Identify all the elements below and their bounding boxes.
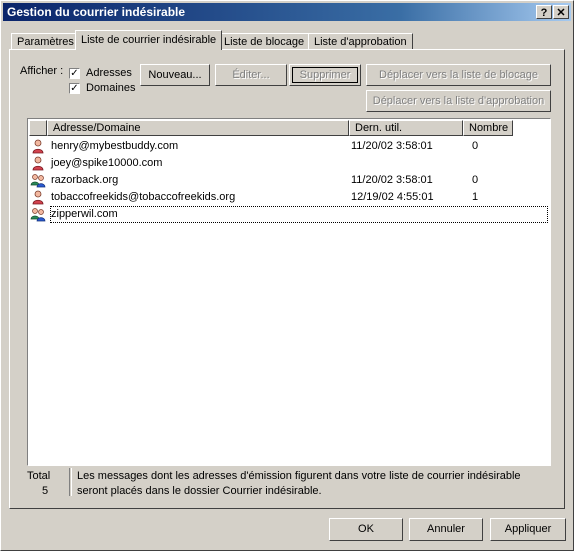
close-button[interactable]: ✕ [553, 5, 569, 19]
title-bar[interactable]: Gestion du courrier indésirable ? ✕ [3, 3, 571, 21]
junk-mail-dialog: Gestion du courrier indésirable ? ✕ Para… [0, 0, 574, 551]
footer-divider [69, 468, 72, 496]
cancel-button[interactable]: Annuler [409, 518, 483, 541]
last-used-cell: 11/20/02 3:58:01 [351, 174, 433, 186]
address-list[interactable]: Adresse/Domaine Dern. util. Nombre henry… [27, 118, 551, 466]
total-value: 5 [42, 485, 49, 497]
group-icon [30, 206, 46, 222]
table-row[interactable]: tobaccofreekids@tobaccofreekids.org 12/19… [30, 189, 548, 206]
addresses-label[interactable]: Adresses [86, 67, 132, 79]
last-used-cell: 12/19/02 4:55:01 [351, 191, 434, 203]
domains-checkbox[interactable]: ✓ [69, 83, 80, 94]
apply-button[interactable]: Appliquer [490, 518, 566, 541]
tab-strip: Paramètres Liste de courrier indésirable… [9, 30, 569, 50]
check-icon: ✓ [70, 83, 79, 94]
person-icon [30, 189, 46, 205]
address-cell: henry@mybestbuddy.com [51, 140, 179, 152]
move-to-approval-list-button[interactable]: Déplacer vers la liste d'approbation [366, 90, 551, 112]
group-icon [30, 172, 46, 188]
total-label: Total [27, 470, 51, 482]
count-cell: 0 [472, 174, 479, 186]
delete-button[interactable]: Supprimer [289, 64, 361, 86]
person-icon [30, 155, 46, 171]
column-header-count[interactable]: Nombre [463, 120, 513, 136]
new-button[interactable]: Nouveau... [140, 64, 210, 86]
info-text-line-2: seront placés dans le dossier Courrier i… [77, 485, 322, 497]
address-cell: joey@spike10000.com [51, 157, 163, 169]
column-header-last-used[interactable]: Dern. util. [349, 120, 463, 136]
tab-approval-list[interactable]: Liste d'approbation [308, 33, 413, 50]
count-cell: 0 [472, 140, 479, 152]
table-row[interactable]: razorback.org 11/20/02 3:58:01 0 [30, 172, 548, 189]
tab-junk-list[interactable]: Liste de courrier indésirable [75, 30, 223, 50]
check-icon: ✓ [70, 68, 79, 79]
table-row[interactable]: zipperwil.com [30, 206, 548, 223]
ok-button[interactable]: OK [329, 518, 403, 541]
tab-block-list[interactable]: Liste de blocage [218, 33, 311, 50]
move-to-block-list-button[interactable]: Déplacer vers la liste de blocage [366, 64, 551, 86]
address-cell: razorback.org [51, 174, 119, 186]
table-row[interactable]: joey@spike10000.com [30, 155, 548, 172]
edit-button[interactable]: Éditer... [215, 64, 287, 86]
info-text-line-1: Les messages dont les adresses d'émissio… [77, 470, 521, 482]
show-label: Afficher : [20, 65, 64, 77]
icon-column-header[interactable] [29, 120, 47, 136]
help-button[interactable]: ? [536, 5, 552, 19]
addresses-checkbox[interactable]: ✓ [69, 68, 80, 79]
domains-label[interactable]: Domaines [86, 82, 136, 94]
address-cell: tobaccofreekids@tobaccofreekids.org [51, 191, 236, 203]
window-title: Gestion du courrier indésirable [7, 5, 186, 19]
tab-parametres[interactable]: Paramètres [11, 33, 80, 50]
table-row[interactable]: henry@mybestbuddy.com 11/20/02 3:58:01 0 [30, 138, 548, 155]
address-cell: zipperwil.com [50, 206, 548, 223]
last-used-cell: 11/20/02 3:58:01 [351, 140, 433, 152]
person-icon [30, 138, 46, 154]
count-cell: 1 [472, 191, 479, 203]
column-header-address[interactable]: Adresse/Domaine [47, 120, 349, 136]
